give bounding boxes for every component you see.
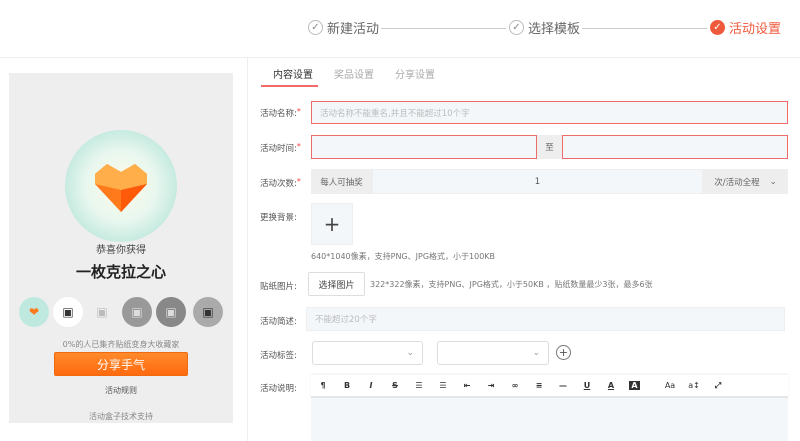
- step-select-template: ✓ 选择模板: [509, 17, 580, 37]
- count-prefix: 每人可抽奖: [311, 169, 372, 194]
- chevron-down-icon: ⌄: [406, 348, 414, 358]
- time-label: 活动时间:*: [260, 142, 301, 154]
- count-label: 活动次数:*: [260, 177, 301, 189]
- background-label: 更换背景:: [260, 213, 297, 223]
- line-height-icon[interactable]: a↕: [682, 381, 706, 390]
- chevron-down-icon: ⌄: [769, 176, 777, 187]
- label-text: 活动次数:: [260, 179, 297, 189]
- align-icon[interactable]: ≡: [527, 381, 551, 390]
- step-connector: [582, 28, 707, 29]
- tab-share-settings[interactable]: 分享设置: [395, 66, 435, 81]
- tab-prize-settings[interactable]: 奖品设置: [334, 66, 374, 81]
- italic-icon[interactable]: I: [359, 381, 383, 390]
- indent-icon[interactable]: ⇥: [479, 381, 503, 390]
- tab-indicator: [261, 85, 318, 87]
- sticker-robot[interactable]: ▣: [53, 297, 83, 327]
- sticker-label: 贴纸图片:: [260, 282, 297, 292]
- name-label: 活动名称:*: [260, 107, 301, 119]
- background-color-icon[interactable]: A: [629, 381, 640, 390]
- step-activity-settings: ✓ 活动设置: [710, 17, 781, 37]
- header: [0, 0, 800, 58]
- bold-icon[interactable]: B: [335, 381, 359, 390]
- chevron-down-icon: ⌄: [532, 348, 540, 358]
- brief-input[interactable]: 不能超过20个字: [306, 307, 785, 331]
- paragraph-icon[interactable]: ¶: [311, 381, 335, 390]
- unordered-list-icon[interactable]: ☰: [407, 381, 431, 390]
- ordered-list-icon[interactable]: ☰: [431, 381, 455, 390]
- preview-panel: 恭喜你获得 一枚克拉之心 ❤ ▣ ▣ ▣ ▣ ▣ 0%的人已集齐贴纸变身大收藏家…: [9, 73, 233, 423]
- select-image-button[interactable]: 选择图片: [308, 272, 365, 296]
- strikethrough-icon[interactable]: S: [383, 381, 407, 390]
- share-button[interactable]: 分享手气: [54, 352, 188, 376]
- required-mark: *: [296, 142, 301, 151]
- prize-badge: [65, 130, 177, 242]
- label-text: 活动名称:: [260, 109, 297, 119]
- check-icon: ✓: [308, 19, 323, 35]
- sticker-robot[interactable]: ▣: [122, 297, 152, 327]
- tab-content-settings[interactable]: 内容设置: [273, 66, 313, 81]
- step-new-activity: ✓ 新建活动: [308, 17, 379, 37]
- underline-icon[interactable]: U: [575, 381, 599, 390]
- description-label: 活动说明:: [260, 384, 297, 394]
- count-unit: 次/活动全程: [714, 177, 760, 188]
- add-tag-icon[interactable]: +: [556, 345, 571, 360]
- tag-select-2[interactable]: ⌄: [437, 341, 549, 365]
- sticker-robot[interactable]: ▣: [193, 297, 223, 327]
- rules-link[interactable]: 活动规则: [9, 385, 233, 396]
- heart-icon: [95, 164, 147, 212]
- description-editor[interactable]: [311, 398, 788, 441]
- activity-name-input[interactable]: 活动名称不能重名,并且不能超过10个字: [311, 101, 788, 124]
- outdent-icon[interactable]: ⇤: [455, 381, 479, 390]
- fullscreen-icon[interactable]: ⤢: [706, 381, 730, 391]
- start-time-input[interactable]: [311, 135, 537, 159]
- label-text: 活动时间:: [260, 144, 297, 154]
- step-label: 选择模板: [528, 21, 581, 37]
- upload-background-button[interactable]: +: [311, 203, 353, 245]
- tag-select-1[interactable]: ⌄: [312, 341, 423, 365]
- sticker-robot[interactable]: ▣: [156, 297, 186, 327]
- step-label: 活动设置: [729, 21, 782, 37]
- progress-text: 0%的人已集齐贴纸变身大收藏家: [62, 340, 180, 349]
- end-time-input[interactable]: [562, 135, 788, 159]
- sticker-hint: 322*322像素，支持PNG、JPG格式，小于50KB ，贴纸数量最少3张，最…: [370, 280, 653, 289]
- horizontal-rule-icon[interactable]: —: [551, 381, 575, 390]
- font-color-icon[interactable]: A: [599, 381, 623, 390]
- link-icon[interactable]: ∞: [503, 381, 527, 390]
- divider: [247, 58, 248, 441]
- count-input[interactable]: 1: [372, 169, 703, 194]
- step-label: 新建活动: [327, 21, 380, 37]
- sticker-heart[interactable]: ❤: [19, 297, 49, 327]
- check-icon: ✓: [509, 19, 524, 35]
- check-icon: ✓: [710, 19, 725, 35]
- count-unit-select[interactable]: 次/活动全程 ⌄: [703, 169, 788, 194]
- prize-title: 一枚克拉之心: [75, 263, 166, 281]
- sticker-robot[interactable]: ▣: [87, 297, 117, 327]
- editor-toolbar: ¶ B I S ☰ ☰ ⇤ ⇥ ∞ ≡ — U A A Aa a↕ ⤢: [311, 375, 788, 398]
- congrats-text: 恭喜你获得: [96, 245, 146, 256]
- brief-label: 活动简述:: [260, 317, 297, 327]
- footer-text: 活动盒子技术支持: [89, 412, 153, 421]
- required-mark: *: [296, 177, 301, 186]
- time-separator: 至: [537, 135, 562, 159]
- required-mark: *: [296, 107, 301, 116]
- step-connector: [381, 28, 506, 29]
- tags-label: 活动标签:: [260, 351, 297, 361]
- font-size-icon[interactable]: Aa: [658, 381, 682, 390]
- background-hint: 640*1040像素，支持PNG、JPG格式，小于100KB: [311, 252, 496, 261]
